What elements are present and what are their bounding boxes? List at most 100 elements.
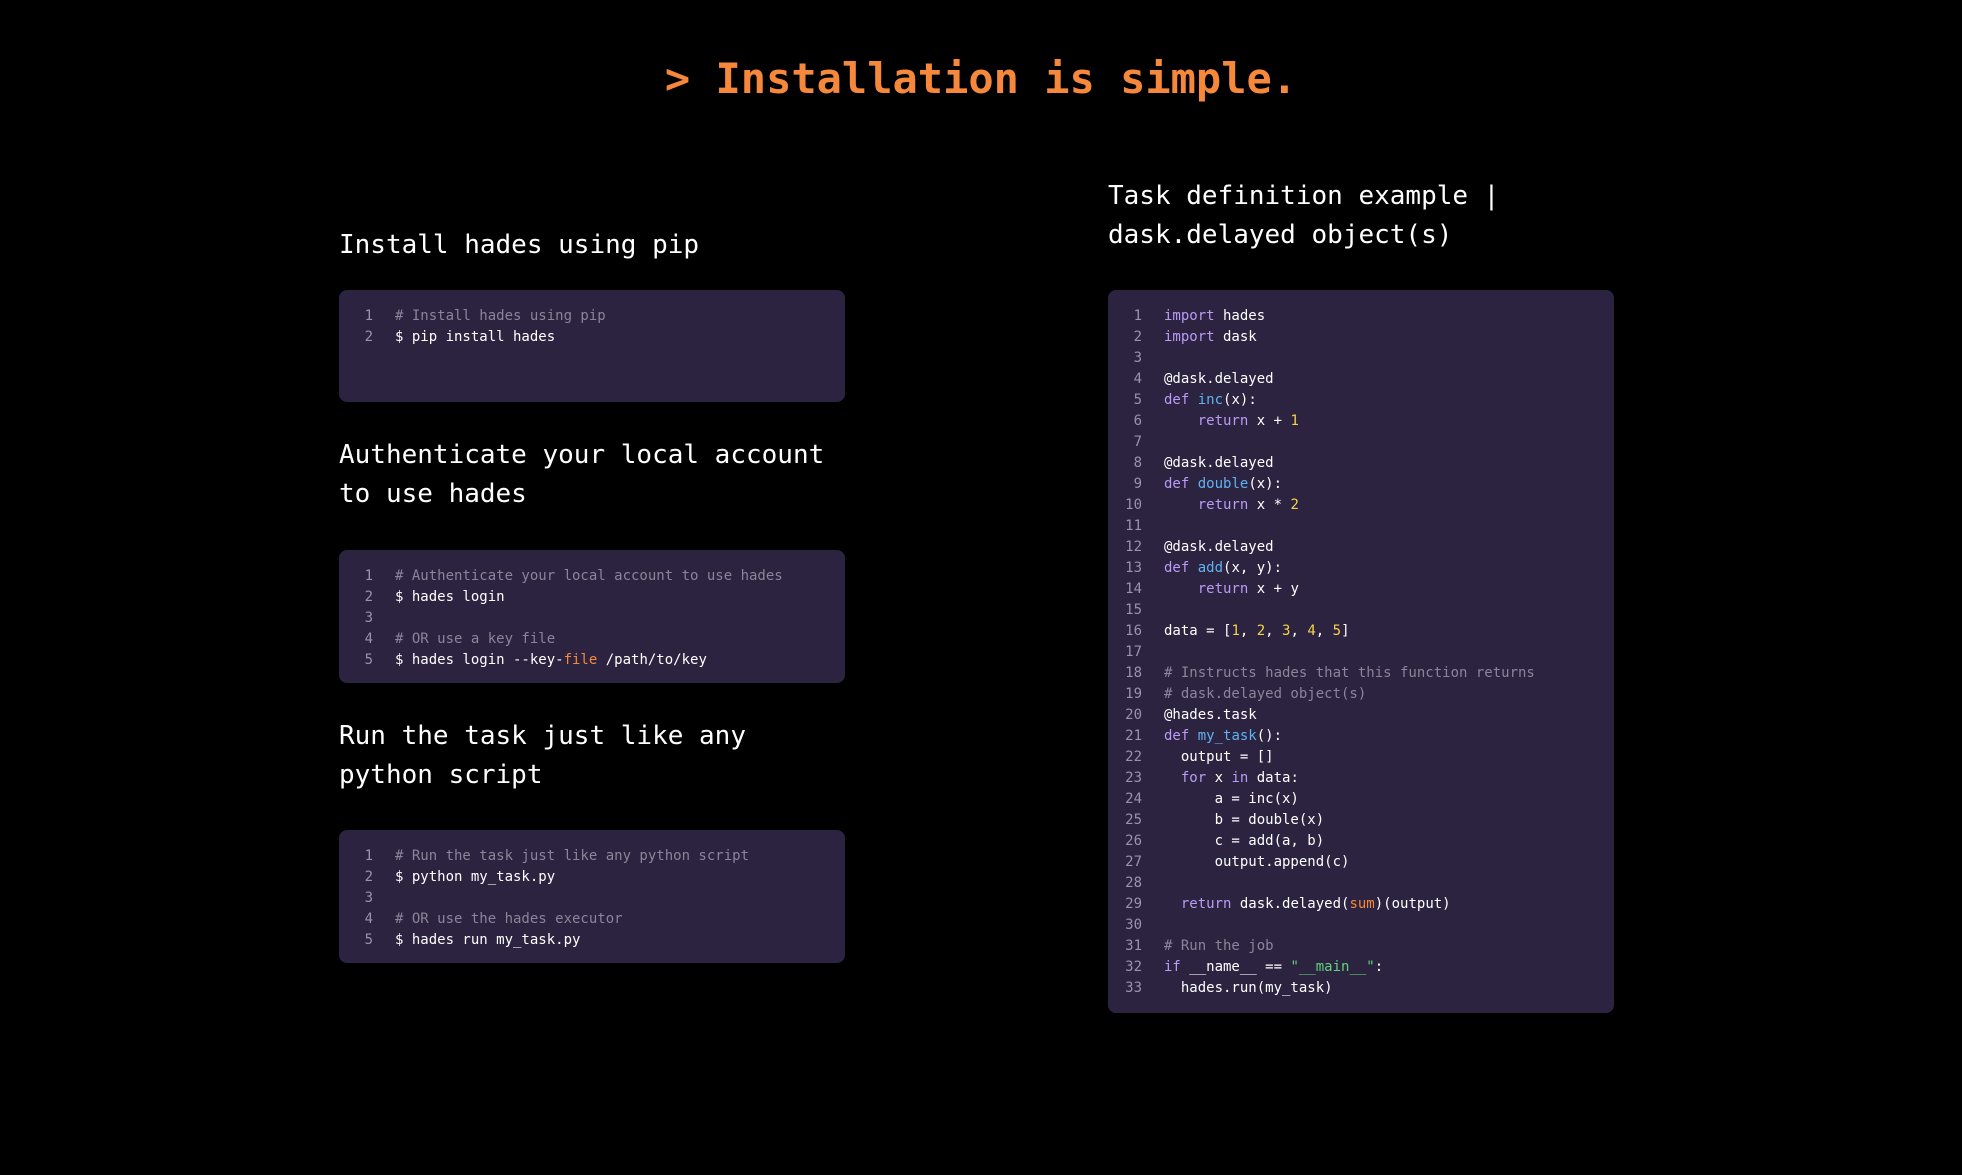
code-token: dask: [1214, 329, 1257, 345]
code-token: (x):: [1248, 476, 1283, 492]
code-text: output.append(c): [1142, 852, 1350, 873]
code-text: return x * 2: [1142, 495, 1299, 516]
code-text: # dask.delayed object(s): [1142, 684, 1366, 705]
line-number: 17: [1125, 644, 1142, 660]
line-number: 21: [1125, 728, 1142, 744]
code-line: 9 def double(x):: [1108, 474, 1614, 495]
code-token: (x, y):: [1223, 560, 1283, 576]
install-heading: Install hades using pip: [339, 230, 700, 260]
line-number: 9: [1133, 476, 1142, 492]
code-token: 2: [1256, 623, 1266, 639]
code-text: @dask.delayed: [1142, 453, 1274, 474]
code-line: 25 b = double(x): [1108, 810, 1614, 831]
install-code-block: 1 # Install hades using pip 2 $ pip install…: [339, 290, 845, 402]
code-line: 4 # OR use the hades executor: [339, 909, 845, 930]
line-number: 20: [1125, 707, 1142, 723]
line-number: 5: [1133, 392, 1142, 408]
code-text: hades.run(my_task): [1142, 978, 1333, 999]
code-token: # Instructs hades that this function ret…: [1164, 665, 1535, 681]
code-token: ():: [1256, 728, 1283, 744]
code-line: 14 return x + y: [1108, 579, 1614, 600]
code-token: 1: [1231, 623, 1240, 639]
code-line: 18 # Instructs hades that this function r…: [1108, 663, 1614, 684]
code-token: inc: [1197, 392, 1224, 408]
code-token: return: [1180, 896, 1232, 912]
code-token: def: [1164, 476, 1190, 492]
code-text: import dask: [1142, 327, 1257, 348]
code-token: @dask.delayed: [1164, 455, 1274, 471]
code-token: )(output): [1374, 896, 1451, 912]
code-token: $ hades run my_task.py: [395, 932, 581, 948]
line-number: 30: [1125, 917, 1142, 933]
code-token: x *: [1248, 497, 1291, 513]
code-token: import: [1164, 308, 1215, 324]
code-line: 4 @dask.delayed: [1108, 369, 1614, 390]
line-number: 4: [364, 911, 373, 927]
code-line: 29 return dask.delayed(sum)(output): [1108, 894, 1614, 915]
code-text: for x in data:: [1142, 768, 1299, 789]
code-line: 10 return x * 2: [1108, 495, 1614, 516]
code-token: def: [1164, 560, 1190, 576]
code-line: 31 # Run the job: [1108, 936, 1614, 957]
code-line: 6 return x + 1: [1108, 411, 1614, 432]
code-token: for: [1180, 770, 1207, 786]
code-line: 3: [339, 608, 845, 629]
line-number: 6: [1133, 413, 1142, 429]
code-text: a = inc(x): [1142, 789, 1299, 810]
line-number: 8: [1133, 455, 1142, 471]
line-number: 5: [364, 652, 373, 668]
code-line: 5 $ hades run my_task.py: [339, 930, 845, 951]
code-text: $ hades login: [373, 587, 505, 608]
code-line: 1 # Run the task just like any python scr…: [339, 846, 845, 867]
code-text: def my_task():: [1142, 726, 1282, 747]
code-text: @hades.task: [1142, 705, 1257, 726]
code-text: @dask.delayed: [1142, 537, 1274, 558]
code-line: 27 output.append(c): [1108, 852, 1614, 873]
task-heading: Task definition example | dask.delayed o…: [1108, 181, 1500, 250]
code-token: /path/to/key: [597, 652, 707, 668]
code-token: # OR use a key file: [395, 631, 556, 647]
code-text: def double(x):: [1142, 474, 1282, 495]
line-number: 1: [364, 308, 373, 324]
code-token: output.append(c): [1164, 854, 1350, 870]
code-line: 28: [1108, 873, 1614, 894]
line-number: 19: [1125, 686, 1142, 702]
code-token: # OR use the hades executor: [395, 911, 623, 927]
code-text: # Authenticate your local account to use…: [373, 566, 783, 587]
line-number: 12: [1125, 539, 1142, 555]
code-token: x: [1206, 770, 1232, 786]
code-line: 3: [339, 888, 845, 909]
line-number: 2: [364, 329, 373, 345]
line-number: 31: [1125, 938, 1142, 954]
code-token: return: [1197, 413, 1249, 429]
code-text: def inc(x):: [1142, 390, 1257, 411]
code-line: 19 # dask.delayed object(s): [1108, 684, 1614, 705]
code-token: :: [1374, 959, 1384, 975]
code-token: # Install hades using pip: [395, 308, 606, 324]
code-line: 1 # Authenticate your local account to us…: [339, 566, 845, 587]
code-line: 5 $ hades login --key-file /path/to/key: [339, 650, 845, 671]
code-token: $ python my_task.py: [395, 869, 556, 885]
code-token: add: [1197, 560, 1224, 576]
line-number: 1: [364, 848, 373, 864]
line-number: 3: [364, 890, 373, 906]
code-token: if: [1164, 959, 1181, 975]
code-text: def add(x, y):: [1142, 558, 1282, 579]
code-line: 17: [1108, 642, 1614, 663]
code-line: 20 @hades.task: [1108, 705, 1614, 726]
line-number: 4: [1133, 371, 1142, 387]
code-line: 8 @dask.delayed: [1108, 453, 1614, 474]
line-number: 28: [1125, 875, 1142, 891]
code-line: 13 def add(x, y):: [1108, 558, 1614, 579]
code-line: 21 def my_task():: [1108, 726, 1614, 747]
code-text: b = double(x): [1142, 810, 1325, 831]
code-token: 1: [1290, 413, 1299, 429]
code-token: x + y: [1248, 581, 1299, 597]
